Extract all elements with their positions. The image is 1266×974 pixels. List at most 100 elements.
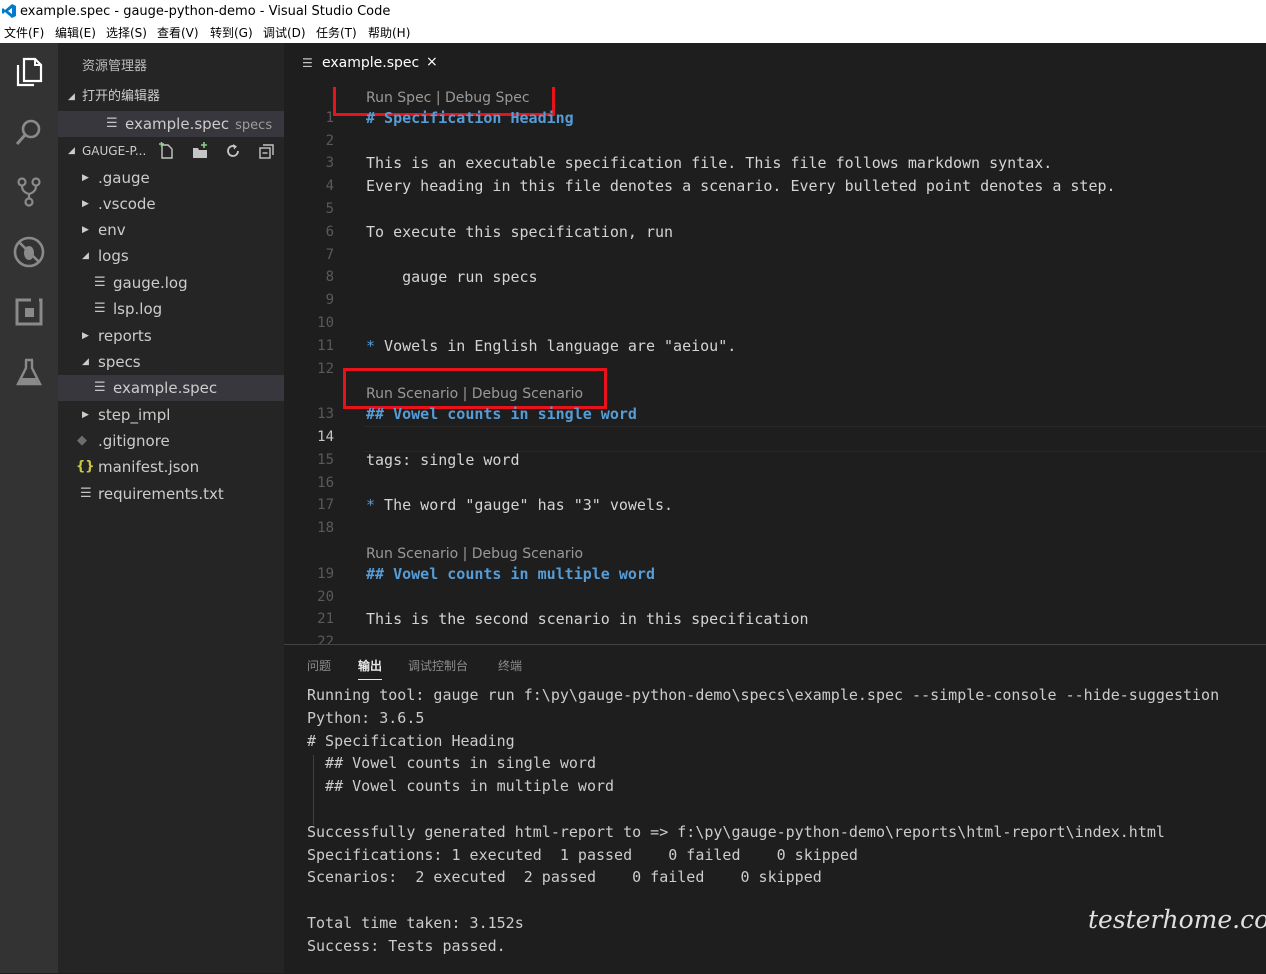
output-line: Scenarios: 2 executed 2 passed 0 failed … <box>307 868 822 886</box>
open-editors-label: 打开的编辑器 <box>82 89 161 104</box>
tree-item-label: specs <box>98 353 141 371</box>
window-title: example.spec - gauge-python-demo - Visua… <box>20 4 391 19</box>
explorer-icon[interactable] <box>10 53 48 91</box>
refresh-icon[interactable] <box>224 142 242 160</box>
menu-go[interactable]: 转到(G) <box>210 23 253 43</box>
code-line: Every heading in this file denotes a sce… <box>366 177 1116 195</box>
tab-example-spec[interactable]: ☰ example.spec × <box>284 43 444 87</box>
menu-edit[interactable]: 编辑(E) <box>55 23 96 43</box>
chevron-right-icon: ▶ <box>82 173 89 183</box>
tab-terminal[interactable]: 终端 <box>498 657 522 674</box>
close-icon[interactable]: × <box>426 54 438 70</box>
line-number: 14 <box>317 429 334 445</box>
code-line-step: * Vowels in English language are "aeiou"… <box>366 337 737 355</box>
code-line-heading: # Specification Heading <box>366 109 574 127</box>
tree-file-gitignore[interactable]: ◆ .gitignore <box>58 428 284 454</box>
search-icon[interactable] <box>10 113 48 151</box>
tree-folder-env[interactable]: ▶ env <box>58 217 284 243</box>
codelens-run-scenario[interactable]: Run Scenario | Debug Scenario <box>366 546 583 562</box>
line-number: 16 <box>317 475 334 491</box>
test-flask-icon[interactable] <box>10 353 48 391</box>
chevron-right-icon: ▶ <box>82 199 89 209</box>
line-number: 21 <box>317 611 334 627</box>
vscode-logo-icon <box>2 4 16 18</box>
menu-debug[interactable]: 调试(D) <box>263 23 306 43</box>
json-braces-icon: {} <box>76 459 95 474</box>
tree-item-label: reports <box>98 327 152 345</box>
tree-item-label: .vscode <box>98 195 156 213</box>
open-editor-filename: example.spec <box>125 115 230 133</box>
code-line: To execute this specification, run <box>366 223 674 241</box>
tree-file-requirements[interactable]: ☰ requirements.txt <box>58 481 284 507</box>
output-line: ## Vowel counts in multiple word <box>307 777 615 795</box>
tree-folder-gauge[interactable]: ▶ .gauge <box>58 165 284 191</box>
tree-item-label: logs <box>98 247 129 265</box>
line-number: 7 <box>325 247 334 263</box>
tree-item-label: lsp.log <box>113 300 163 318</box>
line-number: 17 <box>317 497 334 513</box>
debug-icon[interactable] <box>10 233 48 271</box>
menu-bar: 文件(F) 编辑(E) 选择(S) 查看(V) 转到(G) 调试(D) 任务(T… <box>0 23 1266 44</box>
line-number: 8 <box>325 269 334 285</box>
menu-view[interactable]: 查看(V) <box>157 23 199 43</box>
chevron-down-icon: ◢ <box>68 92 75 102</box>
line-number: 19 <box>317 566 334 582</box>
tree-file-manifest-json[interactable]: {} manifest.json <box>58 454 284 480</box>
line-number: 18 <box>317 520 334 536</box>
output-line: Total time taken: 3.152s <box>307 914 524 932</box>
chevron-right-icon: ▶ <box>82 410 89 420</box>
menu-selection[interactable]: 选择(S) <box>106 23 147 43</box>
menu-file[interactable]: 文件(F) <box>4 23 44 43</box>
tree-file-lsp-log[interactable]: ☰ lsp.log <box>58 296 284 322</box>
tree-file-example-spec[interactable]: ☰ example.spec <box>58 375 284 401</box>
code-line-heading: ## Vowel counts in multiple word <box>366 565 655 583</box>
chevron-right-icon: ▶ <box>82 331 89 341</box>
extensions-icon[interactable] <box>10 293 48 331</box>
bullet-marker: * <box>366 337 376 355</box>
tree-folder-step-impl[interactable]: ▶ step_impl <box>58 402 284 428</box>
code-line: tags: single word <box>366 451 520 469</box>
output-line: # Specification Heading <box>307 732 515 750</box>
tree-folder-logs[interactable]: ◢ logs <box>58 243 284 269</box>
tab-output[interactable]: 输出 <box>358 657 383 680</box>
tree-file-gauge-log[interactable]: ☰ gauge.log <box>58 270 284 296</box>
file-lines-icon: ☰ <box>94 380 106 395</box>
file-lines-icon: ☰ <box>106 116 118 131</box>
code-line-step: * The word "gauge" has "3" vowels. <box>366 496 674 514</box>
line-number: 9 <box>325 292 334 308</box>
tree-item-label: .gitignore <box>98 432 170 450</box>
current-line-highlight <box>364 426 1266 452</box>
open-editor-item[interactable]: ☰ example.spec specs <box>58 111 284 137</box>
collapse-all-icon[interactable] <box>258 142 276 160</box>
new-folder-icon[interactable] <box>191 142 209 160</box>
explorer-sidebar: 资源管理器 ◢ 打开的编辑器 ☰ example.spec specs ◢ GAU… <box>58 43 284 973</box>
editor-tab-bar: ☰ example.spec × <box>284 43 1266 87</box>
line-number: 10 <box>317 315 334 331</box>
open-editors-header[interactable]: ◢ 打开的编辑器 <box>58 85 284 109</box>
source-control-icon[interactable] <box>10 173 48 211</box>
code-line: gauge run specs <box>366 268 538 286</box>
line-number: 6 <box>325 224 334 240</box>
watermark: testerhome.com <box>1088 905 1266 934</box>
tree-folder-vscode[interactable]: ▶ .vscode <box>58 191 284 217</box>
chevron-down-icon: ◢ <box>68 146 75 156</box>
open-editor-folder: specs <box>235 118 273 133</box>
tab-debug-console[interactable]: 调试控制台 <box>408 657 468 674</box>
tree-folder-reports[interactable]: ▶ reports <box>58 323 284 349</box>
tree-folder-specs[interactable]: ◢ specs <box>58 349 284 375</box>
code-editor[interactable]: Run Spec | Debug Spec Run Scenario | Deb… <box>284 87 1266 644</box>
code-line-heading: ## Vowel counts in single word <box>366 405 637 423</box>
tree-item-label: .gauge <box>98 169 150 187</box>
tree-item-label: example.spec <box>113 379 218 397</box>
file-lines-icon: ☰ <box>80 486 92 501</box>
menu-tasks[interactable]: 任务(T) <box>316 23 357 43</box>
tree-item-label: step_impl <box>98 406 171 424</box>
file-lines-icon: ☰ <box>302 56 313 70</box>
code-line: This is the second scenario in this spec… <box>366 610 809 628</box>
chevron-right-icon: ▶ <box>82 225 89 235</box>
tab-problems[interactable]: 问题 <box>307 657 331 674</box>
chevron-down-icon: ◢ <box>82 251 89 261</box>
line-number: 12 <box>317 361 334 377</box>
new-file-icon[interactable] <box>158 142 176 160</box>
menu-help[interactable]: 帮助(H) <box>368 23 410 43</box>
